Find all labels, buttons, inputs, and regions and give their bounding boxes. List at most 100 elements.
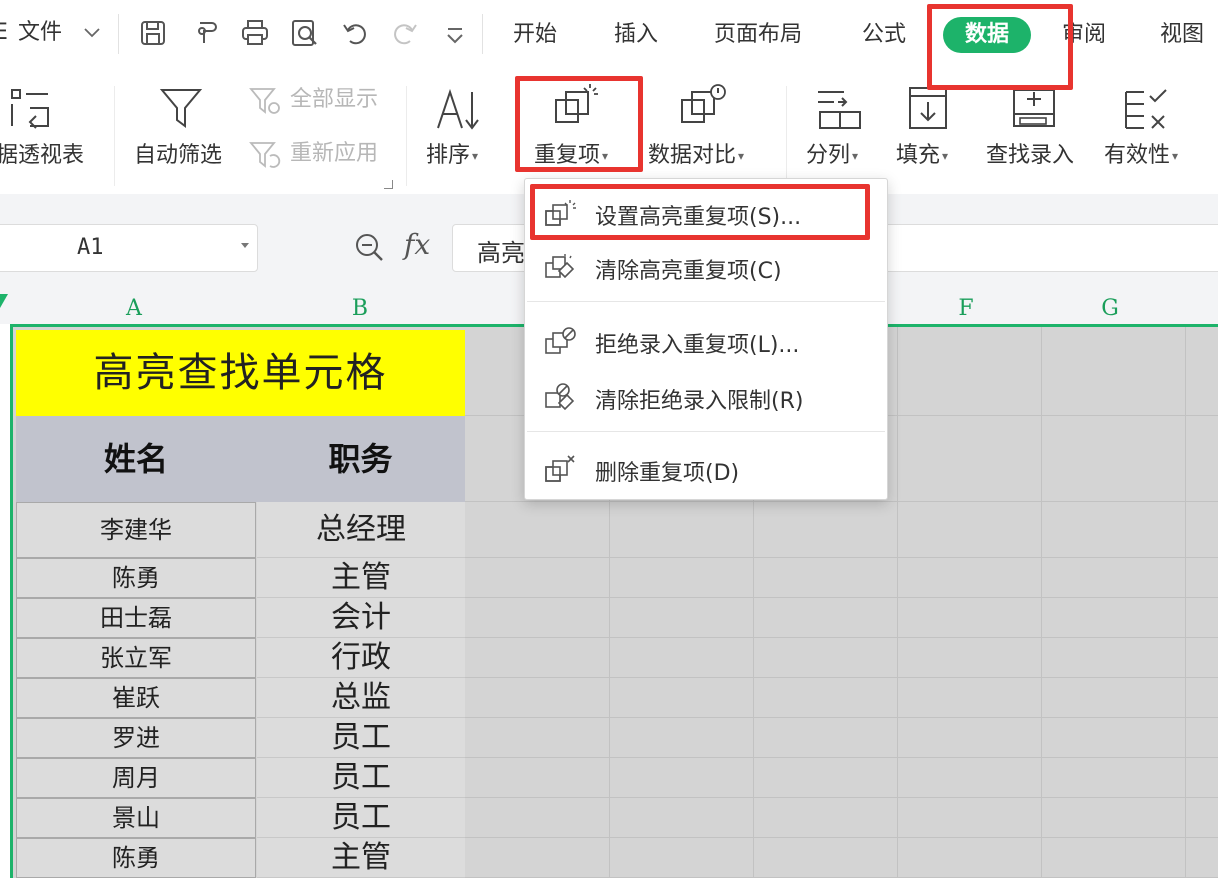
role-cell[interactable]: 员工 — [257, 798, 465, 838]
file-menu[interactable]: 文件 — [18, 18, 62, 48]
reject-duplicates-icon — [545, 327, 576, 354]
column-header-a[interactable]: A — [12, 292, 256, 324]
role-cell[interactable]: 总监 — [257, 678, 465, 718]
sort-icon — [437, 88, 479, 130]
ribbon: 据透视表 自动筛选 全部显示 重新应用 排序 ▾ 重复项 ▾ 数据对比 ▾ 分列… — [0, 70, 1218, 194]
role-cell[interactable]: 主管 — [257, 838, 465, 878]
menu-item-reject-duplicate-entry[interactable]: 拒绝录入重复项(L)... — [525, 315, 887, 367]
show-all-button[interactable]: 全部显示 — [248, 82, 398, 120]
autofilter-label: 自动筛选 — [134, 143, 223, 168]
role-cell[interactable]: 员工 — [257, 758, 465, 798]
name-cell[interactable]: 周月 — [16, 758, 256, 798]
name-cell[interactable]: 陈勇 — [16, 558, 256, 598]
menu-item-delete-duplicates[interactable]: 删除重复项(D) — [525, 443, 887, 495]
filter-group-launcher[interactable] — [384, 180, 393, 189]
customize-toolbar-icon[interactable] — [444, 26, 466, 50]
name-cell[interactable]: 罗进 — [16, 718, 256, 758]
menu-item-set-highlight-duplicates[interactable]: 设置高亮重复项(S)... — [525, 187, 887, 239]
duplicates-icon — [555, 84, 598, 123]
validity-button[interactable]: 有效性 ▾ — [1100, 80, 1210, 190]
split-column-icon — [818, 91, 861, 129]
tab-view[interactable]: 视图 — [1160, 20, 1204, 50]
sheet-title-cell[interactable]: 高亮查找单元格 — [16, 330, 465, 416]
split-column-label: 分列 ▾ — [806, 143, 859, 168]
redo-icon[interactable] — [390, 18, 420, 48]
menu-separator — [527, 431, 885, 432]
show-all-filter-icon — [249, 88, 280, 114]
show-all-label: 全部显示 — [290, 87, 379, 112]
undo-icon[interactable] — [340, 18, 370, 48]
validity-label: 有效性 ▾ — [1104, 143, 1179, 168]
validity-icon — [1125, 89, 1167, 129]
name-box-dropdown-icon[interactable] — [241, 243, 249, 248]
name-cell[interactable]: 景山 — [16, 798, 256, 838]
sort-button[interactable]: 排序 ▾ — [420, 80, 498, 190]
lookup-entry-button[interactable]: 查找录入 — [980, 80, 1090, 190]
highlight-duplicates-icon — [545, 200, 576, 226]
lookup-entry-icon — [1013, 89, 1055, 127]
duplicates-button[interactable]: 重复项 ▾ — [522, 80, 636, 190]
duplicates-dropdown-menu: 设置高亮重复项(S)... 清除高亮重复项(C) 拒绝录入重复项(L)... 清… — [524, 178, 888, 500]
column-header-f[interactable]: F — [896, 292, 1036, 324]
menu-item-label: 删除重复项(D) — [595, 461, 740, 486]
name-cell[interactable]: 张立军 — [16, 638, 256, 678]
name-cell[interactable]: 李建华 — [16, 502, 256, 558]
zoom-icon[interactable] — [352, 230, 386, 264]
function-button[interactable]: fx — [404, 228, 430, 261]
tab-page-layout[interactable]: 页面布局 — [714, 20, 802, 50]
ribbon-group-separator — [786, 86, 787, 186]
name-cell[interactable]: 田士磊 — [16, 598, 256, 638]
lookup-entry-label: 查找录入 — [986, 143, 1075, 168]
select-all-corner[interactable] — [0, 294, 8, 308]
name-cell[interactable]: 陈勇 — [16, 838, 256, 878]
menu-item-label: 清除拒绝录入限制(R) — [595, 389, 804, 414]
autofilter-button[interactable]: 自动筛选 — [130, 80, 234, 190]
data-compare-icon — [681, 84, 726, 123]
fill-down-icon — [909, 87, 947, 129]
tab-review[interactable]: 审阅 — [1062, 20, 1106, 50]
split-column-button[interactable]: 分列 ▾ — [800, 80, 880, 190]
role-cell[interactable]: 主管 — [257, 558, 465, 598]
role-cell[interactable]: 员工 — [257, 718, 465, 758]
pivot-table-label: 据透视表 — [0, 143, 85, 168]
name-cell[interactable]: 崔跃 — [16, 678, 256, 718]
name-box[interactable]: A1 — [0, 224, 258, 272]
save-icon[interactable] — [138, 18, 168, 48]
fill-button[interactable]: 填充 ▾ — [890, 80, 968, 190]
role-cell[interactable]: 总经理 — [257, 502, 465, 558]
menu-glyph[interactable]: E — [0, 18, 8, 48]
name-box-value: A1 — [77, 235, 104, 260]
print-preview-icon[interactable] — [290, 18, 320, 48]
delete-duplicates-icon — [545, 455, 575, 482]
header-name-cell[interactable]: 姓名 — [16, 416, 256, 502]
role-cell[interactable]: 行政 — [257, 638, 465, 678]
data-compare-label: 数据对比 ▾ — [648, 143, 745, 168]
menu-item-clear-highlight-duplicates[interactable]: 清除高亮重复项(C) — [525, 241, 887, 293]
tab-formulas[interactable]: 公式 — [862, 20, 906, 50]
pivot-table-icon — [11, 89, 49, 129]
reapply-button[interactable]: 重新应用 — [248, 136, 398, 174]
tab-data[interactable]: 数据 — [943, 17, 1031, 53]
clear-reject-icon — [545, 383, 575, 411]
menu-separator — [118, 14, 119, 54]
sort-label: 排序 ▾ — [426, 143, 479, 168]
print-icon[interactable] — [240, 18, 270, 48]
pivot-table-button[interactable]: 据透视表 — [0, 80, 100, 190]
data-compare-button[interactable]: 数据对比 ▾ — [646, 80, 766, 190]
menu-item-clear-reject-restriction[interactable]: 清除拒绝录入限制(R) — [525, 371, 887, 423]
tab-home[interactable]: 开始 — [513, 20, 557, 50]
column-header-g[interactable]: G — [1040, 292, 1180, 324]
menu-separator — [482, 14, 483, 54]
menu-item-label: 拒绝录入重复项(L)... — [595, 333, 800, 358]
format-painter-icon[interactable] — [190, 18, 220, 48]
filter-icon — [159, 89, 203, 128]
column-header-b[interactable]: B — [256, 292, 464, 324]
clear-highlight-icon — [545, 254, 575, 279]
chevron-down-icon[interactable] — [82, 22, 102, 46]
role-cell[interactable]: 会计 — [257, 598, 465, 638]
tab-insert[interactable]: 插入 — [614, 20, 658, 50]
formula-text: 高亮 — [477, 239, 525, 267]
header-role-cell[interactable]: 职务 — [256, 416, 465, 502]
menu-item-label: 清除高亮重复项(C) — [595, 259, 782, 284]
menu-bar: E 文件 开始 插入 页面布局 公式 数据 审阅 视图 — [0, 0, 1218, 70]
